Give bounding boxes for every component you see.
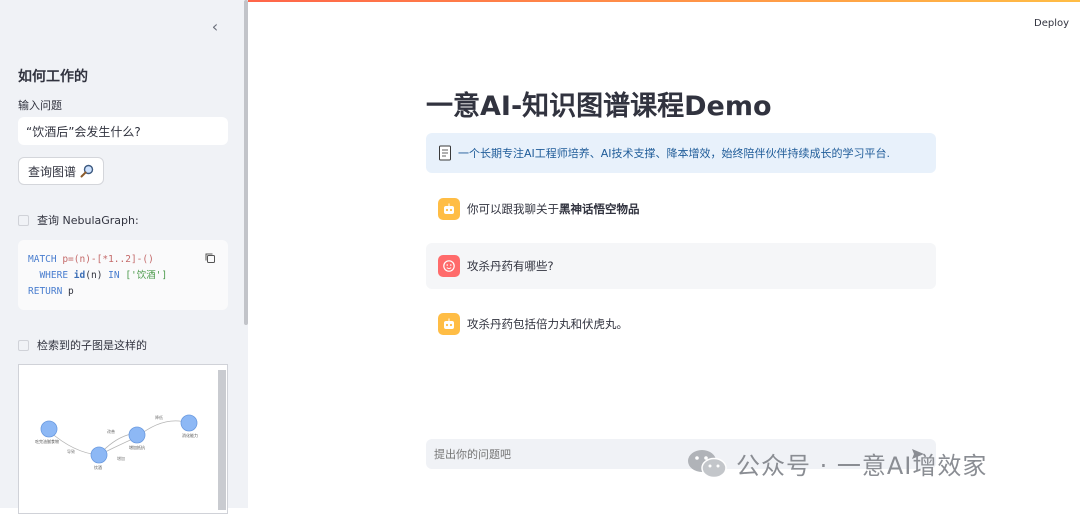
message-text: 攻杀丹药有哪些? xyxy=(467,259,554,273)
query-nebula-checkbox-row[interactable]: 查询 NebulaGraph: xyxy=(18,212,139,228)
message-text: 攻杀丹药包括倍力丸和伏虎丸。 xyxy=(467,317,628,331)
node-label: 吃完油腻食物 xyxy=(35,438,59,444)
graph-node[interactable] xyxy=(128,426,146,444)
node-label: 增加抵抗 xyxy=(129,444,145,450)
info-text: 一个长期专注AI工程师培养、AI技术支撑、降本增效，始终陪伴伙伴持续成长的学习平… xyxy=(458,147,891,160)
node-label: 消化能力 xyxy=(182,432,198,438)
subgraph-checkbox[interactable] xyxy=(18,339,29,351)
edge-label: 导致 xyxy=(67,448,75,454)
robot-icon xyxy=(444,318,454,329)
code-line-3: RETURN p xyxy=(28,286,74,297)
query-nebula-label: 查询 NebulaGraph: xyxy=(37,214,139,227)
subgraph-label: 检索到的子图是这样的 xyxy=(37,339,147,352)
edge-label: 改善 xyxy=(107,428,115,434)
subgraph-scrollbar[interactable] xyxy=(218,370,226,510)
page-title: 一意AI-知识图谱课程Demo xyxy=(426,91,772,122)
user-avatar xyxy=(438,255,460,277)
chat-message-assistant: 你可以跟我聊关于黑神话悟空物品 xyxy=(426,186,936,232)
sidebar-collapse-button[interactable]: ‹ xyxy=(206,18,224,36)
code-line-1: MATCH p=(n)-[*1..2]-() xyxy=(28,254,154,265)
edge-label: 增加 xyxy=(117,455,125,461)
graph-node[interactable] xyxy=(180,414,198,432)
sidebar-scrollbar[interactable] xyxy=(244,0,248,325)
info-banner: 一个长期专注AI工程师培养、AI技术支撑、降本增效，始终陪伴伙伴持续成长的学习平… xyxy=(426,133,936,173)
sidebar-title: 如何工作的 xyxy=(18,69,88,85)
edge-label: 降低 xyxy=(155,414,163,420)
node-label: 饮酒 xyxy=(94,464,102,470)
graph-node[interactable] xyxy=(40,420,58,438)
subgraph-checkbox-row[interactable]: 检索到的子图是这样的 xyxy=(18,337,147,353)
chat-message-assistant: 攻杀丹药包括倍力丸和伏虎丸。 xyxy=(426,301,936,347)
wechat-icon xyxy=(688,449,727,478)
code-line-2: WHERE id(n) IN ['饮酒'] xyxy=(39,270,168,281)
subgraph-canvas[interactable]: 导致 增加 降低 改善 吃完油腻食物 饮酒 增加抵抗 消化能力 xyxy=(19,365,215,513)
bot-avatar xyxy=(438,198,460,220)
copy-icon[interactable] xyxy=(204,252,216,264)
subgraph-visualization[interactable]: 导致 增加 降低 改善 吃完油腻食物 饮酒 增加抵抗 消化能力 xyxy=(18,364,228,514)
question-input-label: 输入问题 xyxy=(18,99,62,112)
message-text: 你可以跟我聊关于黑神话悟空物品 xyxy=(467,202,640,216)
chat-message-user: 攻杀丹药有哪些? xyxy=(426,243,936,289)
robot-icon xyxy=(444,203,454,214)
watermark-text: 公众号 · 一意AI增效家 xyxy=(736,452,988,480)
question-input[interactable] xyxy=(18,117,228,145)
bot-avatar xyxy=(438,313,460,335)
chevron-left-icon: ‹ xyxy=(211,17,219,36)
smiley-icon xyxy=(443,260,455,272)
graph-node[interactable] xyxy=(90,446,108,464)
query-graph-label: 查询图谱 xyxy=(28,164,77,179)
query-graph-button[interactable]: 查询图谱 xyxy=(18,157,105,185)
query-nebula-checkbox[interactable] xyxy=(18,214,29,226)
magnifier-icon xyxy=(80,164,94,178)
cypher-code-block: MATCH p=(n)-[*1..2]-() WHERE id(n) IN ['… xyxy=(18,240,228,310)
notebook-icon xyxy=(439,145,451,161)
deploy-button[interactable]: Deploy xyxy=(1034,18,1069,29)
watermark: 公众号 · 一意AI增效家 xyxy=(686,446,987,481)
sidebar: ‹ 如何工作的 输入问题 查询图谱 查询 NebulaGraph: MATCH … xyxy=(0,0,248,514)
